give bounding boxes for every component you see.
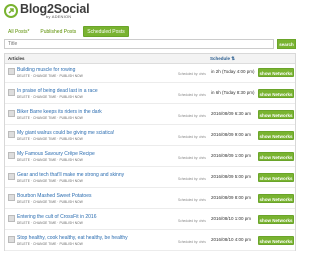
tab-published-posts[interactable]: Published Posts	[36, 26, 80, 37]
post-thumbnail-icon	[8, 131, 15, 138]
show-networks-button[interactable]: show Networks	[258, 152, 294, 161]
scheduled-by: Scheduled by: chris	[178, 156, 206, 160]
post-title-link[interactable]: Bourbon Mashed Sweet Potatoes	[17, 193, 92, 199]
list-item: Building muscle for rowing DELETE · CHAN…	[5, 65, 295, 83]
scheduled-by: Scheduled by: chris	[178, 135, 206, 139]
show-networks-button[interactable]: show Networks	[258, 215, 294, 224]
schedule-sort-header[interactable]: Schedule ⇅	[210, 56, 235, 62]
list-item: My Famous Savoury Crêpe Recipe DELETE · …	[5, 149, 295, 167]
scheduled-by: Scheduled by: chris	[178, 93, 206, 97]
list-item: My giant walrus could be giving me sciat…	[5, 128, 295, 146]
schedule-time: 2016/08/10 4:00 pm	[211, 237, 252, 242]
schedule-time: in 2h (Today 4:00 pm)	[211, 69, 255, 74]
schedule-time: in 6h (Today 8:30 pm)	[211, 90, 255, 95]
post-actions[interactable]: DELETE · CHANGE TIME · PUBLISH NOW	[17, 179, 83, 183]
schedule-time: 2016/08/09 5:00 pm	[211, 174, 252, 179]
list-item: In praise of being dead last in a race D…	[5, 86, 295, 104]
show-networks-button[interactable]: show Networks	[258, 194, 294, 203]
post-thumbnail-icon	[8, 194, 15, 201]
post-tabs: All Posts* Published Posts Scheduled Pos…	[4, 26, 129, 37]
post-thumbnail-icon	[8, 215, 15, 222]
list-item: Stop healthy, cook healthy, eat healthy,…	[5, 233, 295, 251]
show-networks-button[interactable]: show Networks	[258, 68, 294, 77]
schedule-time: 2016/08/09 9:00 am	[211, 132, 252, 137]
show-networks-button[interactable]: show Networks	[258, 89, 294, 98]
scheduled-by: Scheduled by: chris	[178, 114, 206, 118]
scheduled-by: Scheduled by: chris	[178, 198, 206, 202]
list-item: Biker Barre keeps its riders in the dark…	[5, 107, 295, 125]
list-item: Bourbon Mashed Sweet Potatoes DELETE · C…	[5, 191, 295, 209]
post-thumbnail-icon	[8, 236, 15, 243]
post-title-link[interactable]: My giant walrus could be giving me sciat…	[17, 130, 114, 136]
tab-all-posts[interactable]: All Posts*	[4, 26, 33, 37]
tab-scheduled-posts[interactable]: Scheduled Posts	[83, 26, 129, 37]
post-actions[interactable]: DELETE · CHANGE TIME · PUBLISH NOW	[17, 221, 83, 225]
post-thumbnail-icon	[8, 152, 15, 159]
articles-column-header: Articles	[8, 56, 25, 61]
scheduled-by: Scheduled by: chris	[178, 219, 206, 223]
post-title-link[interactable]: My Famous Savoury Crêpe Recipe	[17, 151, 95, 157]
search-bar: search	[4, 39, 296, 49]
schedule-time: 2016/08/09 6:30 am	[211, 111, 252, 116]
post-thumbnail-icon	[8, 110, 15, 117]
schedule-time: 2016/08/09 8:00 pm	[211, 195, 252, 200]
post-thumbnail-icon	[8, 89, 15, 96]
post-actions[interactable]: DELETE · CHANGE TIME · PUBLISH NOW	[17, 242, 83, 246]
list-header: Articles Schedule ⇅	[5, 54, 295, 64]
post-title-link[interactable]: In praise of being dead last in a race	[17, 88, 98, 94]
show-networks-button[interactable]: show Networks	[258, 110, 294, 119]
post-title-link[interactable]: Building muscle for rowing	[17, 67, 75, 73]
schedule-time: 2016/08/09 1:00 pm	[211, 153, 252, 158]
post-title-link[interactable]: Biker Barre keeps its riders in the dark	[17, 109, 102, 115]
schedule-time: 2016/08/10 1:00 pm	[211, 216, 252, 221]
list-item: Entering the cult of CrossFit in 2016 DE…	[5, 212, 295, 230]
scheduled-by: Scheduled by: chris	[178, 240, 206, 244]
post-actions[interactable]: DELETE · CHANGE TIME · PUBLISH NOW	[17, 116, 83, 120]
post-actions[interactable]: DELETE · CHANGE TIME · PUBLISH NOW	[17, 74, 83, 78]
post-actions[interactable]: DELETE · CHANGE TIME · PUBLISH NOW	[17, 95, 83, 99]
post-title-link[interactable]: Gear and tech that'll make me strong and…	[17, 172, 124, 178]
show-networks-button[interactable]: show Networks	[258, 131, 294, 140]
scheduled-by: Scheduled by: chris	[178, 72, 206, 76]
list-item: Gear and tech that'll make me strong and…	[5, 170, 295, 188]
post-actions[interactable]: DELETE · CHANGE TIME · PUBLISH NOW	[17, 137, 83, 141]
blog2social-logo-icon	[4, 4, 18, 18]
show-networks-button[interactable]: show Networks	[258, 173, 294, 182]
app-header: Blog2Social by ADENION	[0, 0, 300, 22]
search-input[interactable]	[4, 39, 274, 49]
logo-subtitle: by ADENION	[46, 14, 72, 19]
post-actions[interactable]: DELETE · CHANGE TIME · PUBLISH NOW	[17, 158, 83, 162]
show-networks-button[interactable]: show Networks	[258, 236, 294, 245]
scheduled-posts-list: Articles Schedule ⇅ Building muscle for …	[4, 53, 296, 251]
search-button[interactable]: search	[277, 39, 296, 49]
post-title-link[interactable]: Stop healthy, cook healthy, eat healthy,…	[17, 235, 128, 241]
scheduled-by: Scheduled by: chris	[178, 177, 206, 181]
post-thumbnail-icon	[8, 68, 15, 75]
post-actions[interactable]: DELETE · CHANGE TIME · PUBLISH NOW	[17, 200, 83, 204]
post-title-link[interactable]: Entering the cult of CrossFit in 2016	[17, 214, 97, 220]
post-thumbnail-icon	[8, 173, 15, 180]
